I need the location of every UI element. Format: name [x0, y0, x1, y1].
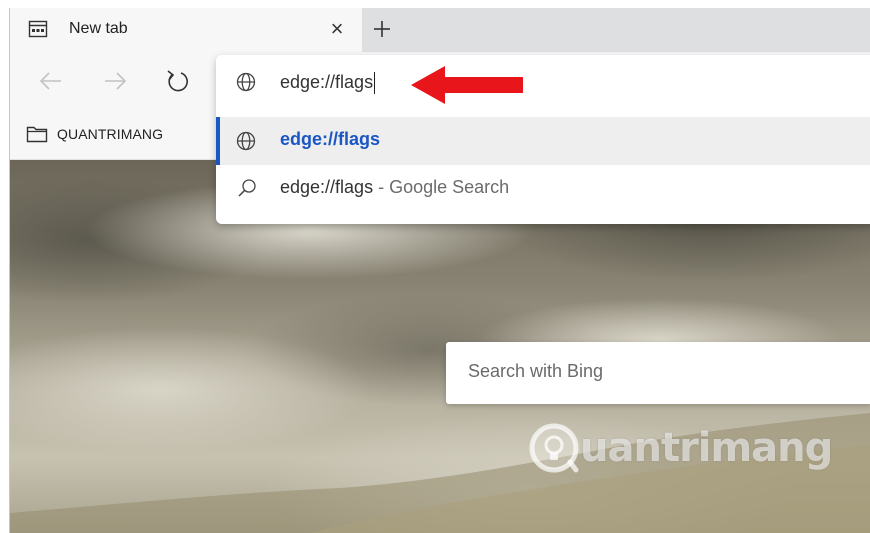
red-arrow-annotation-icon: [411, 66, 523, 104]
back-button[interactable]: [36, 66, 66, 96]
new-tab-page-icon: [28, 20, 48, 38]
search-icon: [238, 179, 256, 197]
address-bar-dropdown: edge://flags edge://flags edge://flags -…: [216, 55, 870, 224]
suggestion-text: edge://flags - Google Search: [280, 177, 509, 198]
address-input[interactable]: edge://flags: [280, 67, 376, 97]
tab-new-tab[interactable]: New tab ×: [10, 8, 362, 52]
address-bar[interactable]: edge://flags: [216, 55, 870, 110]
suggestion-item-url[interactable]: edge://flags: [216, 117, 870, 165]
bing-search-placeholder: Search with Bing: [468, 361, 604, 381]
watermark-text: uantrimang: [580, 425, 833, 471]
favorite-folder-quantrimang[interactable]: QUANTRIMANG: [26, 122, 163, 146]
folder-icon: [26, 126, 48, 143]
selected-accent-bar: [216, 117, 220, 165]
new-tab-button[interactable]: [368, 15, 396, 43]
globe-icon: [236, 72, 256, 92]
reload-icon: [167, 70, 188, 92]
globe-icon: [236, 131, 256, 151]
lightbulb-logo-icon: [529, 423, 579, 473]
tab-close-button[interactable]: ×: [324, 16, 350, 42]
suggestion-query: edge://flags: [280, 177, 374, 197]
back-arrow-icon: [39, 72, 61, 90]
address-input-value: edge://flags: [280, 72, 374, 92]
forward-button[interactable]: [100, 66, 130, 96]
tab-strip: New tab ×: [10, 8, 870, 52]
watermark: uantrimang: [526, 416, 833, 480]
text-caret: [374, 72, 376, 95]
suggestion-suffix: - Google Search: [373, 177, 510, 197]
bing-search-input[interactable]: Search with Bing: [446, 342, 870, 404]
suggestion-text: edge://flags: [280, 129, 381, 149]
reload-button[interactable]: [162, 66, 192, 96]
favorite-label: QUANTRIMANG: [57, 126, 164, 142]
browser-window: New tab × QUANTRIMANG Search with Bing u…: [9, 8, 870, 533]
forward-arrow-icon: [105, 72, 127, 90]
tab-title: New tab: [69, 20, 128, 37]
suggestion-item-search[interactable]: edge://flags - Google Search: [216, 165, 870, 213]
